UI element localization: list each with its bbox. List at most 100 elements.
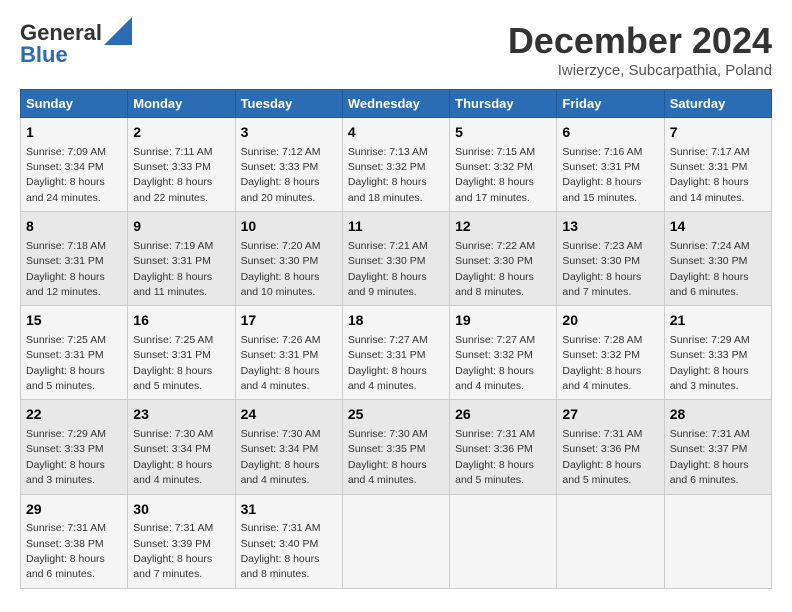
day-number: 8: [26, 217, 122, 237]
day-info: Sunrise: 7:31 AMSunset: 3:37 PMDaylight:…: [670, 428, 750, 486]
col-sunday: Sunday: [21, 90, 128, 118]
day-info: Sunrise: 7:31 AMSunset: 3:39 PMDaylight:…: [133, 522, 213, 580]
day-number: 3: [241, 123, 337, 143]
day-info: Sunrise: 7:29 AMSunset: 3:33 PMDaylight:…: [670, 334, 750, 392]
col-tuesday: Tuesday: [235, 90, 342, 118]
col-friday: Friday: [557, 90, 664, 118]
day-info: Sunrise: 7:21 AMSunset: 3:30 PMDaylight:…: [348, 240, 428, 298]
day-info: Sunrise: 7:18 AMSunset: 3:31 PMDaylight:…: [26, 240, 106, 298]
day-info: Sunrise: 7:24 AMSunset: 3:30 PMDaylight:…: [670, 240, 750, 298]
day-number: 5: [455, 123, 551, 143]
day-number: 11: [348, 217, 444, 237]
day-number: 4: [348, 123, 444, 143]
day-cell: [664, 494, 771, 588]
calendar-body: 1Sunrise: 7:09 AMSunset: 3:34 PMDaylight…: [21, 118, 772, 589]
week-row-1: 1Sunrise: 7:09 AMSunset: 3:34 PMDaylight…: [21, 118, 772, 212]
day-cell: 31Sunrise: 7:31 AMSunset: 3:40 PMDayligh…: [235, 494, 342, 588]
logo-icon: [104, 17, 132, 45]
day-number: 16: [133, 311, 229, 331]
day-number: 1: [26, 123, 122, 143]
day-cell: 11 Sunrise: 7:21 AMSunset: 3:30 PMDayligh…: [342, 212, 449, 306]
day-info: Sunrise: 7:31 AMSunset: 3:36 PMDaylight:…: [455, 428, 535, 486]
week-row-5: 29Sunrise: 7:31 AMSunset: 3:38 PMDayligh…: [21, 494, 772, 588]
day-cell: 4 Sunrise: 7:13 AMSunset: 3:32 PMDaylight…: [342, 118, 449, 212]
day-info: Sunrise: 7:19 AMSunset: 3:31 PMDaylight:…: [133, 240, 213, 298]
page-header: General Blue December 2024 Iwierzyce, Su…: [20, 20, 772, 79]
day-cell: 2 Sunrise: 7:11 AMSunset: 3:33 PMDaylight…: [128, 118, 235, 212]
month-title: December 2024: [508, 20, 772, 62]
day-number: 6: [562, 123, 658, 143]
day-info: Sunrise: 7:20 AMSunset: 3:30 PMDaylight:…: [241, 240, 321, 298]
col-saturday: Saturday: [664, 90, 771, 118]
day-cell: 25 Sunrise: 7:30 AMSunset: 3:35 PMDayligh…: [342, 400, 449, 494]
day-info: Sunrise: 7:17 AMSunset: 3:31 PMDaylight:…: [670, 146, 750, 204]
day-cell: 29Sunrise: 7:31 AMSunset: 3:38 PMDayligh…: [21, 494, 128, 588]
day-cell: 12Sunrise: 7:22 AMSunset: 3:30 PMDayligh…: [450, 212, 557, 306]
col-thursday: Thursday: [450, 90, 557, 118]
day-cell: 20 Sunrise: 7:28 AMSunset: 3:32 PMDayligh…: [557, 306, 664, 400]
day-number: 30: [133, 500, 229, 520]
day-cell: 30Sunrise: 7:31 AMSunset: 3:39 PMDayligh…: [128, 494, 235, 588]
day-cell: 3 Sunrise: 7:12 AMSunset: 3:33 PMDaylight…: [235, 118, 342, 212]
calendar-table: SundayMondayTuesdayWednesdayThursdayFrid…: [20, 89, 772, 589]
day-info: Sunrise: 7:11 AMSunset: 3:33 PMDaylight:…: [133, 146, 212, 204]
day-info: Sunrise: 7:23 AMSunset: 3:30 PMDaylight:…: [562, 240, 642, 298]
day-cell: 21Sunrise: 7:29 AMSunset: 3:33 PMDayligh…: [664, 306, 771, 400]
week-row-3: 15 Sunrise: 7:25 AMSunset: 3:31 PMDayligh…: [21, 306, 772, 400]
day-cell: 10 Sunrise: 7:20 AMSunset: 3:30 PMDayligh…: [235, 212, 342, 306]
day-number: 25: [348, 405, 444, 425]
day-info: Sunrise: 7:29 AMSunset: 3:33 PMDaylight:…: [26, 428, 106, 486]
week-row-2: 8 Sunrise: 7:18 AMSunset: 3:31 PMDaylight…: [21, 212, 772, 306]
day-number: 26: [455, 405, 551, 425]
day-cell: 17 Sunrise: 7:26 AMSunset: 3:31 PMDayligh…: [235, 306, 342, 400]
day-cell: 18Sunrise: 7:27 AMSunset: 3:31 PMDayligh…: [342, 306, 449, 400]
day-number: 22: [26, 405, 122, 425]
day-number: 28: [670, 405, 766, 425]
day-cell: 24 Sunrise: 7:30 AMSunset: 3:34 PMDayligh…: [235, 400, 342, 494]
day-info: Sunrise: 7:27 AMSunset: 3:32 PMDaylight:…: [455, 334, 535, 392]
day-cell: 13 Sunrise: 7:23 AMSunset: 3:30 PMDayligh…: [557, 212, 664, 306]
day-info: Sunrise: 7:30 AMSunset: 3:34 PMDaylight:…: [133, 428, 213, 486]
day-number: 27: [562, 405, 658, 425]
day-info: Sunrise: 7:31 AMSunset: 3:38 PMDaylight:…: [26, 522, 106, 580]
day-cell: 16Sunrise: 7:25 AMSunset: 3:31 PMDayligh…: [128, 306, 235, 400]
day-number: 13: [562, 217, 658, 237]
day-cell: 1Sunrise: 7:09 AMSunset: 3:34 PMDaylight…: [21, 118, 128, 212]
day-number: 14: [670, 217, 766, 237]
day-cell: 14 Sunrise: 7:24 AMSunset: 3:30 PMDayligh…: [664, 212, 771, 306]
day-info: Sunrise: 7:31 AMSunset: 3:40 PMDaylight:…: [241, 522, 321, 580]
header-row: SundayMondayTuesdayWednesdayThursdayFrid…: [21, 90, 772, 118]
day-cell: 6Sunrise: 7:16 AMSunset: 3:31 PMDaylight…: [557, 118, 664, 212]
day-number: 18: [348, 311, 444, 331]
day-number: 17: [241, 311, 337, 331]
day-cell: 27Sunrise: 7:31 AMSunset: 3:36 PMDayligh…: [557, 400, 664, 494]
day-number: 15: [26, 311, 122, 331]
day-cell: 8 Sunrise: 7:18 AMSunset: 3:31 PMDaylight…: [21, 212, 128, 306]
day-cell: 15 Sunrise: 7:25 AMSunset: 3:31 PMDayligh…: [21, 306, 128, 400]
day-number: 29: [26, 500, 122, 520]
day-info: Sunrise: 7:12 AMSunset: 3:33 PMDaylight:…: [241, 146, 321, 204]
day-number: 24: [241, 405, 337, 425]
day-number: 10: [241, 217, 337, 237]
day-number: 31: [241, 500, 337, 520]
day-info: Sunrise: 7:28 AMSunset: 3:32 PMDaylight:…: [562, 334, 642, 392]
week-row-4: 22 Sunrise: 7:29 AMSunset: 3:33 PMDayligh…: [21, 400, 772, 494]
day-cell: [450, 494, 557, 588]
day-info: Sunrise: 7:15 AMSunset: 3:32 PMDaylight:…: [455, 146, 535, 204]
day-info: Sunrise: 7:30 AMSunset: 3:34 PMDaylight:…: [241, 428, 321, 486]
day-info: Sunrise: 7:26 AMSunset: 3:31 PMDaylight:…: [241, 334, 321, 392]
day-cell: 9Sunrise: 7:19 AMSunset: 3:31 PMDaylight…: [128, 212, 235, 306]
day-number: 20: [562, 311, 658, 331]
day-cell: 19 Sunrise: 7:27 AMSunset: 3:32 PMDayligh…: [450, 306, 557, 400]
day-number: 19: [455, 311, 551, 331]
day-cell: [557, 494, 664, 588]
day-number: 2: [133, 123, 229, 143]
day-info: Sunrise: 7:30 AMSunset: 3:35 PMDaylight:…: [348, 428, 428, 486]
day-cell: 7Sunrise: 7:17 AMSunset: 3:31 PMDaylight…: [664, 118, 771, 212]
location-subtitle: Iwierzyce, Subcarpathia, Poland: [508, 62, 772, 79]
day-info: Sunrise: 7:13 AMSunset: 3:32 PMDaylight:…: [348, 146, 428, 204]
col-wednesday: Wednesday: [342, 90, 449, 118]
day-cell: 5 Sunrise: 7:15 AMSunset: 3:32 PMDaylight…: [450, 118, 557, 212]
day-info: Sunrise: 7:25 AMSunset: 3:31 PMDaylight:…: [26, 334, 106, 392]
day-cell: 23Sunrise: 7:30 AMSunset: 3:34 PMDayligh…: [128, 400, 235, 494]
